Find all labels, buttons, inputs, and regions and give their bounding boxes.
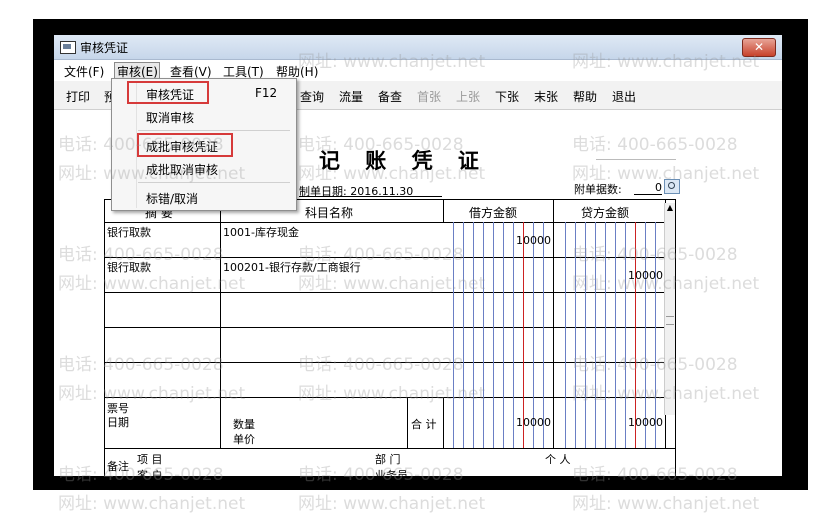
ticket-date-label: 日期: [107, 416, 129, 429]
grid-line: [443, 200, 444, 222]
menu-item-cancel-audit[interactable]: 取消审核: [146, 109, 194, 126]
digit-column-line: [595, 222, 596, 448]
grid-line: [443, 397, 444, 448]
grid-line: [105, 292, 665, 293]
digit-column-line: [565, 222, 566, 448]
close-button[interactable]: ✕: [742, 38, 776, 57]
title-bar: 审核凭证 ✕: [54, 35, 782, 60]
toolbar-next[interactable]: 下张: [495, 88, 519, 105]
person-label: 个 人: [545, 453, 571, 466]
row2-summary[interactable]: 银行取款: [107, 259, 151, 275]
total-credit: 10000: [628, 416, 663, 429]
digit-column-line: [453, 222, 454, 448]
digit-column-line: [483, 222, 484, 448]
toolbar-flow[interactable]: 流量: [339, 88, 363, 105]
grid-line: [105, 448, 675, 449]
row1-summary[interactable]: 银行取款: [107, 224, 151, 240]
digit-column-line: [635, 222, 636, 448]
toolbar-reference[interactable]: 备查: [378, 88, 402, 105]
digit-column-line: [645, 222, 646, 448]
menu-separator: [138, 130, 290, 131]
window-title: 审核凭证: [80, 41, 129, 55]
row1-account[interactable]: 1001-库存现金: [223, 224, 299, 240]
remark-label: 备注: [107, 460, 129, 473]
attachments-label: 附单据数:: [574, 183, 622, 196]
digit-column-line: [615, 222, 616, 448]
watermark: 网址: www.chanjet.net: [572, 494, 760, 514]
digit-column-line: [473, 222, 474, 448]
unit-price-label: 单价: [233, 433, 255, 446]
toolbar-prev[interactable]: 上张: [456, 88, 480, 105]
digit-column-line: [543, 222, 544, 448]
total-debit: 10000: [516, 416, 551, 429]
header-debit: 借方金额: [469, 206, 518, 220]
decorative-line: [596, 159, 676, 160]
scroll-grip[interactable]: [666, 316, 674, 325]
digit-column-line: [523, 222, 524, 448]
header-account: 科目名称: [305, 206, 354, 220]
department-label: 部 门: [375, 453, 401, 466]
menu-item-mark-error[interactable]: 标错/取消: [146, 190, 198, 207]
grid-line: [105, 397, 665, 398]
customer-label: 客 户: [137, 469, 163, 476]
toolbar-exit[interactable]: 退出: [612, 88, 636, 105]
digit-column-line: [575, 222, 576, 448]
toolbar-print[interactable]: 打印: [66, 88, 90, 105]
voucher-title: 记 账 凭 证: [319, 148, 488, 173]
digit-column-line: [625, 222, 626, 448]
vertical-scrollbar[interactable]: ▲: [664, 203, 675, 415]
digit-column-line: [585, 222, 586, 448]
toolbar-first[interactable]: 首张: [417, 88, 441, 105]
menu-item-batch-cancel-audit[interactable]: 成批取消审核: [146, 161, 218, 178]
row2-credit[interactable]: 10000: [617, 269, 663, 282]
grid-line: [553, 200, 554, 448]
toolbar-last[interactable]: 末张: [534, 88, 558, 105]
digit-column-line: [463, 222, 464, 448]
watermark: 网址: www.chanjet.net: [298, 494, 486, 514]
app-icon: [60, 41, 76, 54]
voucher-audit-window: 审核凭证 ✕ 文件(F) 审核(E) 查看(V) 工具(T) 帮助(H) 打印 …: [54, 35, 782, 476]
attachments-input[interactable]: 0: [634, 181, 662, 195]
digit-column-line: [533, 222, 534, 448]
menu-separator: [138, 182, 290, 183]
grid-line: [407, 397, 408, 448]
menu-item-shortcut: F12: [255, 86, 278, 100]
grid-line: [105, 257, 665, 258]
total-label: 合 计: [411, 418, 437, 431]
highlight-box-audit-voucher: [127, 81, 209, 104]
date-underline: [299, 196, 442, 197]
digit-column-line: [493, 222, 494, 448]
scroll-up-arrow-icon[interactable]: ▲: [665, 203, 675, 213]
menu-file[interactable]: 文件(F): [64, 63, 104, 80]
digit-column-line: [655, 222, 656, 448]
digit-column-line: [513, 222, 514, 448]
voucher-grid: 摘 要 科目名称 借方金额 贷方金额 银行取款 1001-库存现金 10000 …: [104, 199, 676, 476]
grid-line: [105, 362, 665, 363]
digit-column-line: [503, 222, 504, 448]
highlight-box-batch-audit: [137, 133, 233, 157]
row1-debit[interactable]: 10000: [505, 234, 551, 247]
digit-column-line: [605, 222, 606, 448]
toolbar-query[interactable]: 查询: [300, 88, 324, 105]
watermark: 网址: www.chanjet.net: [58, 494, 246, 514]
menu-bar: 文件(F) 审核(E) 查看(V) 工具(T) 帮助(H): [54, 61, 782, 79]
quantity-label: 数量: [233, 418, 255, 431]
grid-line: [220, 200, 221, 448]
grid-line: [105, 327, 665, 328]
toolbar-help[interactable]: 帮助: [573, 88, 597, 105]
grid-line: [105, 222, 665, 223]
business-clerk-label: 业务员: [375, 469, 408, 476]
header-credit: 贷方金额: [581, 206, 630, 220]
project-label: 项 目: [137, 453, 163, 466]
search-icon[interactable]: [664, 179, 680, 194]
row2-account[interactable]: 100201-银行存款/工商银行: [223, 259, 361, 275]
